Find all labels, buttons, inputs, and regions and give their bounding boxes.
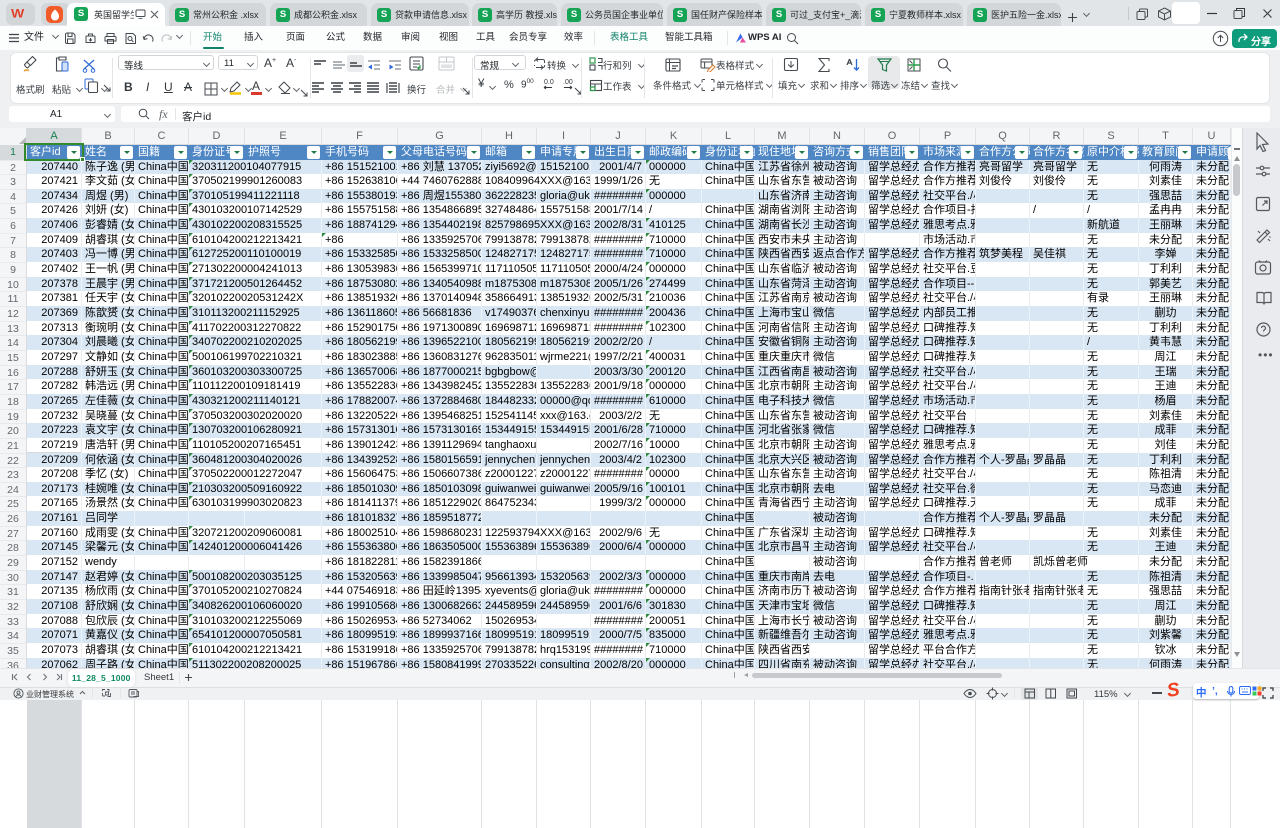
svg-text:.00: .00	[563, 79, 573, 86]
svg-text:0.0: 0.0	[544, 79, 554, 86]
